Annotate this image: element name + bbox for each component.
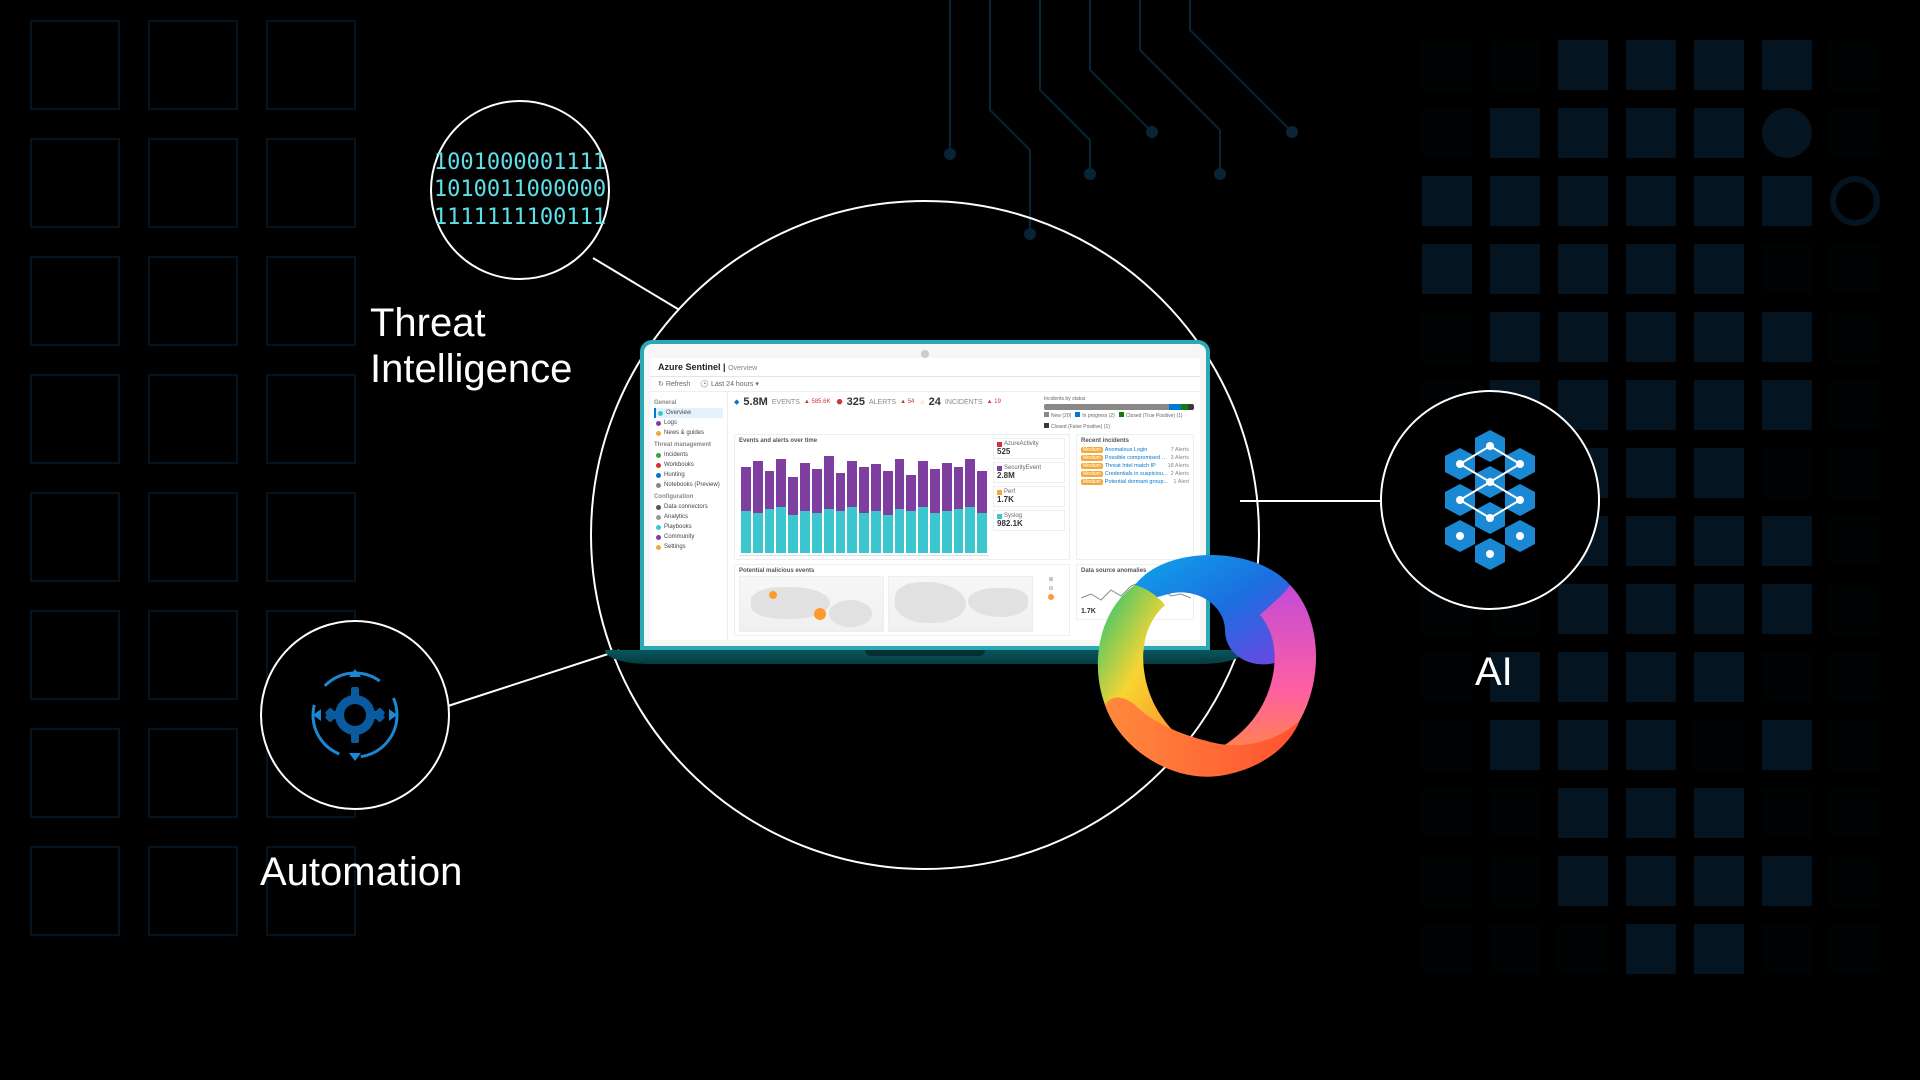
metric-events: ◆ 5.8M EVENTS ▲ 585.6K bbox=[734, 396, 831, 408]
sidebar-item[interactable]: Settings bbox=[654, 542, 723, 552]
chart-bar bbox=[847, 461, 857, 553]
status-legend-item: Closed (True Positive) (1) bbox=[1119, 412, 1183, 419]
events-icon: ◆ bbox=[734, 398, 739, 406]
map-legend: ⊕⊖ bbox=[1037, 576, 1065, 632]
sidebar-group-header: Threat management bbox=[654, 442, 723, 448]
chart-bar bbox=[765, 471, 775, 553]
chart-bar bbox=[824, 456, 834, 553]
chart-bar bbox=[788, 477, 798, 553]
ai-node bbox=[1380, 390, 1600, 610]
sidebar-item[interactable]: Overview bbox=[654, 408, 723, 418]
dashboard-title: Azure Sentinel bbox=[658, 362, 721, 372]
metric-alerts: ⬣ 325 ALERTS ▲ 54 bbox=[837, 396, 915, 408]
chart-bar bbox=[954, 467, 964, 553]
incidents-icon: ⌂ bbox=[920, 399, 924, 406]
gear-cycle-icon bbox=[295, 655, 415, 775]
ai-label: AI bbox=[1475, 650, 1513, 695]
source-card: Perf1.7K bbox=[993, 486, 1065, 507]
alerts-icon: ⬣ bbox=[837, 398, 843, 406]
sidebar-item[interactable]: Playbooks bbox=[654, 522, 723, 532]
chart-bar bbox=[918, 461, 928, 553]
camera-icon bbox=[921, 350, 929, 358]
chart-bar bbox=[942, 463, 952, 553]
sidebar-group-header: Configuration bbox=[654, 494, 723, 500]
dot-icon bbox=[656, 463, 661, 468]
incident-row[interactable]: MediumThreat Intel match IP18 Alerts bbox=[1081, 462, 1189, 470]
dot-icon bbox=[656, 421, 661, 426]
dot-icon bbox=[656, 453, 661, 458]
incident-row[interactable]: MediumPossible compromised u...3 Alerts bbox=[1081, 454, 1189, 462]
sidebar-item[interactable]: Data connectors bbox=[654, 502, 723, 512]
copilot-logo-icon bbox=[1075, 545, 1335, 805]
incident-row[interactable]: MediumCredentials in suspicious...2 Aler… bbox=[1081, 470, 1189, 478]
status-legend-item: New (20) bbox=[1044, 412, 1071, 419]
automation-label: Automation bbox=[260, 850, 462, 895]
chart-bar bbox=[883, 471, 893, 553]
threat-intelligence-node: 1001000001111 1010011000000 111111110011… bbox=[430, 100, 610, 280]
binary-icon: 1001000001111 1010011000000 111111110011… bbox=[434, 149, 606, 232]
chart-bar bbox=[895, 459, 905, 554]
refresh-button[interactable]: ↻ Refresh bbox=[658, 380, 690, 388]
sidebar-item[interactable]: Analytics bbox=[654, 512, 723, 522]
source-card: AzureActivity525 bbox=[993, 438, 1065, 459]
sidebar-item[interactable]: News & guides bbox=[654, 428, 723, 438]
automation-node bbox=[260, 620, 450, 810]
event-source-cards: AzureActivity525 SecurityEvent2.8M Perf1.7… bbox=[993, 438, 1065, 556]
dot-icon bbox=[656, 525, 661, 530]
dashboard-sidebar: General OverviewLogsNews & guides Threat m… bbox=[650, 392, 728, 640]
chart-bar bbox=[977, 471, 987, 553]
dot-icon bbox=[656, 505, 661, 510]
sidebar-item[interactable]: Notebooks (Preview) bbox=[654, 480, 723, 490]
chart-bar bbox=[859, 467, 869, 553]
sidebar-item[interactable]: Incidents bbox=[654, 450, 723, 460]
recent-incidents-panel: Recent incidents MediumAnomalous Login7 … bbox=[1076, 434, 1194, 560]
connector-line bbox=[1240, 500, 1390, 502]
sidebar-item[interactable]: Workbooks bbox=[654, 460, 723, 470]
status-legend-item: Closed (False Positive) (1) bbox=[1044, 423, 1110, 430]
chart-bar bbox=[836, 473, 846, 553]
world-map-east bbox=[888, 576, 1033, 632]
events-over-time-chart bbox=[739, 446, 989, 556]
incident-row[interactable]: MediumPotential dormant group...1 Alert bbox=[1081, 478, 1189, 486]
status-segment bbox=[1044, 404, 1169, 410]
dashboard-section: Overview bbox=[728, 365, 757, 372]
dot-icon bbox=[656, 473, 661, 478]
events-chart-title: Events and alerts over time bbox=[739, 438, 989, 444]
malicious-events-title: Potential malicious events bbox=[739, 568, 1065, 574]
chart-bar bbox=[776, 459, 786, 554]
chart-bar bbox=[753, 461, 763, 553]
sidebar-item[interactable]: Hunting bbox=[654, 470, 723, 480]
chart-bar bbox=[812, 469, 822, 553]
sidebar-group-header: General bbox=[654, 400, 723, 406]
sidebar-item[interactable]: Community bbox=[654, 532, 723, 542]
chart-bar bbox=[741, 467, 751, 553]
dot-icon bbox=[656, 483, 661, 488]
incidents-by-status: Incidents by status New (20)In progress … bbox=[1044, 396, 1194, 430]
dot-icon bbox=[656, 545, 661, 550]
world-map-west bbox=[739, 576, 884, 632]
chart-bar bbox=[800, 463, 810, 553]
metric-incidents: ⌂ 24 INCIDENTS ▲ 19 bbox=[920, 396, 1001, 408]
status-segment bbox=[1169, 404, 1182, 410]
dot-icon bbox=[658, 411, 663, 416]
brain-icon bbox=[1410, 420, 1570, 580]
chart-bar bbox=[871, 464, 881, 553]
timerange-dropdown[interactable]: 🕒 Last 24 hours ▾ bbox=[700, 380, 759, 388]
dot-icon bbox=[656, 515, 661, 520]
chart-bar bbox=[930, 469, 940, 553]
threat-intelligence-label: Threat Intelligence bbox=[370, 300, 572, 392]
chart-bar bbox=[965, 459, 975, 554]
incident-row[interactable]: MediumAnomalous Login7 Alerts bbox=[1081, 446, 1189, 454]
connector-line bbox=[448, 649, 620, 707]
status-segment bbox=[1188, 404, 1194, 410]
chart-bar bbox=[906, 475, 916, 553]
source-card: Syslog982.1K bbox=[993, 510, 1065, 531]
dot-icon bbox=[656, 535, 661, 540]
status-legend-item: In progress (2) bbox=[1075, 412, 1115, 419]
sidebar-item[interactable]: Logs bbox=[654, 418, 723, 428]
source-card: SecurityEvent2.8M bbox=[993, 462, 1065, 483]
dot-icon bbox=[656, 431, 661, 436]
